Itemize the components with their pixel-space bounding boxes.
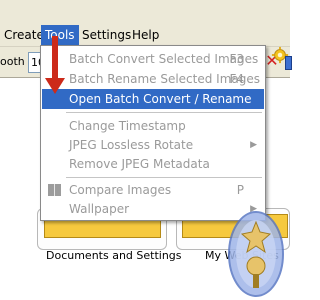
menu-item-compare-images[interactable]: Compare Images P — [42, 180, 264, 200]
menu-item-label: Change Timestamp — [69, 119, 186, 133]
toolbar-blue-icon[interactable] — [285, 56, 292, 70]
menu-item-batch-rename[interactable]: Batch Rename Selected Images F4 — [42, 69, 264, 89]
menu-help[interactable]: Help — [128, 25, 163, 46]
menu-item-open-batch-dialog[interactable]: Open Batch Convert / Rename Dialog — [42, 89, 264, 126]
menu-item-label: JPEG Lossless Rotate — [69, 138, 194, 152]
menu-settings[interactable]: Settings — [78, 25, 135, 46]
toolbar-partial-label: ooth — [0, 55, 25, 68]
menu-bar: Create Tools Settings Help — [0, 25, 290, 47]
menu-item-label: Wallpaper — [69, 202, 130, 216]
menu-item-jpeg-lossless-rotate[interactable]: JPEG Lossless Rotate ▶ — [42, 135, 264, 155]
menu-item-change-timestamp[interactable]: Change Timestamp — [42, 116, 264, 136]
menu-separator — [66, 112, 262, 113]
menu-item-remove-jpeg-metadata[interactable]: Remove JPEG Metadata — [42, 154, 264, 174]
menu-item-label: Remove JPEG Metadata — [69, 157, 210, 171]
menu-separator — [66, 177, 262, 178]
folder-caption-documents[interactable]: Documents and Settings — [46, 249, 182, 262]
submenu-arrow-icon: ▶ — [250, 140, 257, 150]
window-top-band — [0, 0, 290, 26]
menu-item-batch-convert[interactable]: Batch Convert Selected Images F3 — [42, 49, 264, 69]
menu-item-label: Compare Images — [69, 183, 172, 197]
menu-item-shortcut: F4 — [229, 72, 244, 86]
watermark-logo — [228, 211, 284, 297]
red-pointer-arrow — [45, 36, 65, 94]
tools-menu: Batch Convert Selected Images F3 Batch R… — [40, 45, 266, 221]
compare-icon — [48, 184, 61, 196]
menu-item-shortcut: F3 — [229, 52, 244, 66]
menu-item-shortcut: P — [236, 183, 244, 197]
